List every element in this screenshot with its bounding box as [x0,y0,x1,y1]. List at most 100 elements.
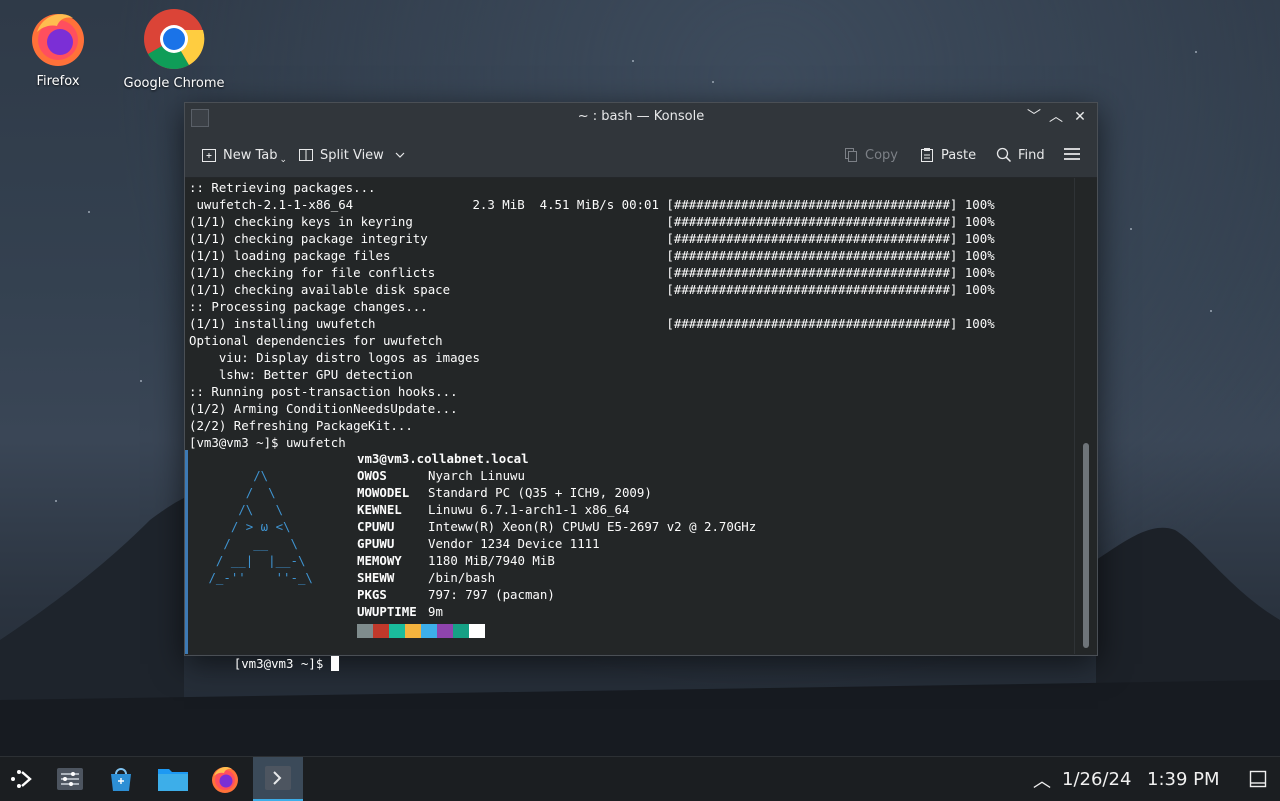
text-cursor [330,656,339,671]
split-view-label: Split View [320,147,384,163]
info-value: Vendor 1234 Device 1111 [428,536,600,551]
chrome-icon [144,9,205,70]
terminal-scrollbar[interactable] [1074,178,1097,654]
info-value: 9m [428,604,443,619]
info-key: CPUWU [357,519,395,534]
terminal-line: (1/1) checking for file conflicts [#####… [189,265,995,280]
color-palette [357,621,485,638]
terminal-line: lshw: Better GPU detection [189,367,413,382]
logo-line: /_-'' ''-_\ [201,570,313,585]
info-value: Nyarch Linuwu [428,468,525,483]
terminal-line: :: Processing package changes... [189,299,428,314]
color-swatch [421,623,437,638]
terminal-line: (1/1) installing uwufetch [#############… [189,316,995,331]
logo-line: /\ \ [201,502,284,517]
color-swatch [469,623,485,638]
info-key: KEWNEL [357,502,402,517]
scrollbar-thumb[interactable] [1083,443,1089,648]
desktop-icon-label: Firefox [36,74,80,89]
info-value: /bin/bash [428,570,496,585]
terminal-line: Optional dependencies for uwufetch [189,333,443,348]
terminal-line: (1/1) checking keys in keyring [########… [189,214,995,229]
split-view-button[interactable]: Split View [298,145,406,165]
find-button[interactable]: Find [996,145,1045,165]
color-swatch [357,623,373,638]
desktop-icon-google-chrome[interactable]: Google Chrome [119,8,229,91]
prompt-line: [vm3@vm3 ~]$ [189,638,339,671]
uwufetch-host: vm3@vm3.collabnet.local [357,451,529,466]
terminal-line: (1/1) checking available disk space [###… [189,282,995,297]
color-swatch [405,623,421,638]
terminal-line: (2/2) Refreshing PackageKit... [189,418,413,433]
window-titlebar[interactable]: ~ : bash — Konsole ﹀ ︿ ✕ [185,103,1097,131]
terminal-view[interactable]: :: Retrieving packages... uwufetch-2.1-1… [185,178,1075,671]
hamburger-menu-icon [1064,148,1080,160]
discover-store-icon [111,768,131,791]
info-value: 1180 MiB/7940 MiB [428,553,555,568]
info-value: Inteww(R) Xeon(R) CPUwU E5-2697 v2 @ 2.7… [428,519,757,534]
firefox-icon [32,14,84,66]
terminal-line: :: Running post-transaction hooks... [189,384,458,399]
info-key: PKGS [357,587,387,602]
desktop-icon-label: Google Chrome [123,76,225,91]
split-view-icon [299,149,313,161]
chevron-down-icon [395,152,405,158]
system-settings-icon [57,768,83,790]
color-swatch [389,623,405,638]
tray-date[interactable]: 1/26/24 [1062,769,1131,790]
show-desktop-button[interactable] [1236,757,1280,801]
terminal-line: :: Retrieving packages... [189,180,376,195]
info-key: GPUWU [357,536,395,551]
taskbar: ︿ 1/26/24 1:39 PM [0,756,1280,801]
terminal-line: viu: Display distro logos as images [189,350,480,365]
taskbar-firefox[interactable] [203,757,247,801]
hamburger-menu-button[interactable] [1063,144,1081,164]
paste-label: Paste [941,147,977,163]
taskbar-konsole[interactable] [253,757,303,801]
konsole-window: ~ : bash — Konsole ﹀ ︿ ✕ New Tab ⌄ Split… [184,102,1098,671]
find-label: Find [1018,147,1045,163]
info-value: 797: 797 (pacman) [428,587,555,602]
terminal-line: [vm3@vm3 ~]$ uwufetch [189,435,346,450]
window-title: ~ : bash — Konsole [577,109,705,124]
desktop-icon-firefox[interactable]: Firefox [3,8,113,89]
info-key: MEMOWY [357,553,402,568]
logo-line: / \ [201,485,276,500]
konsole-toolbar: New Tab ⌄ Split View Copy Paste Find [185,131,1097,178]
chevron-down-icon: ⌄ [279,155,288,165]
info-key: SHEWW [357,570,395,585]
copy-button[interactable]: Copy [843,145,898,165]
terminal-line: (1/2) Arming ConditionNeedsUpdate... [189,401,458,416]
color-swatch [453,623,469,638]
system-tray-expand-icon[interactable]: ︿ [1033,767,1051,793]
taskbar-system-settings[interactable] [48,757,92,801]
taskbar-discover[interactable] [99,757,143,801]
show-desktop-icon [1249,770,1267,788]
application-launcher[interactable] [0,757,44,801]
logo-line: / __| |__-\ [201,553,306,568]
terminal-output-marker [185,450,188,654]
close-button[interactable]: ✕ [1071,108,1089,126]
info-value: Linuwu 6.7.1-arch1-1 x86_64 [428,502,630,517]
copy-label: Copy [865,147,898,163]
new-tab-icon [202,149,216,162]
paste-button[interactable]: Paste [919,145,976,165]
shell-prompt: [vm3@vm3 ~]$ [233,656,331,671]
info-key: UWUPTIME [357,604,417,619]
maximize-button[interactable]: ︿ [1047,108,1065,126]
search-icon [996,147,1012,163]
terminal-line: (1/1) loading package files [###########… [189,248,995,263]
info-value: Standard PC (Q35 + ICH9, 2009) [428,485,652,500]
file-manager-icon [158,769,188,791]
logo-line: /\ [201,468,269,483]
new-tab-button[interactable]: New Tab ⌄ [201,145,287,165]
info-key: OWOS [357,468,387,483]
minimize-button[interactable]: ﹀ [1025,108,1043,126]
logo-line: / > ω <\ [201,519,291,534]
tray-clock[interactable]: 1:39 PM [1147,769,1220,790]
terminal-line: (1/1) checking package integrity [######… [189,231,995,246]
paste-icon [921,148,933,162]
logo-line: / __ \ [201,536,298,551]
taskbar-file-manager[interactable] [151,757,195,801]
info-key: MOWODEL [357,485,410,500]
